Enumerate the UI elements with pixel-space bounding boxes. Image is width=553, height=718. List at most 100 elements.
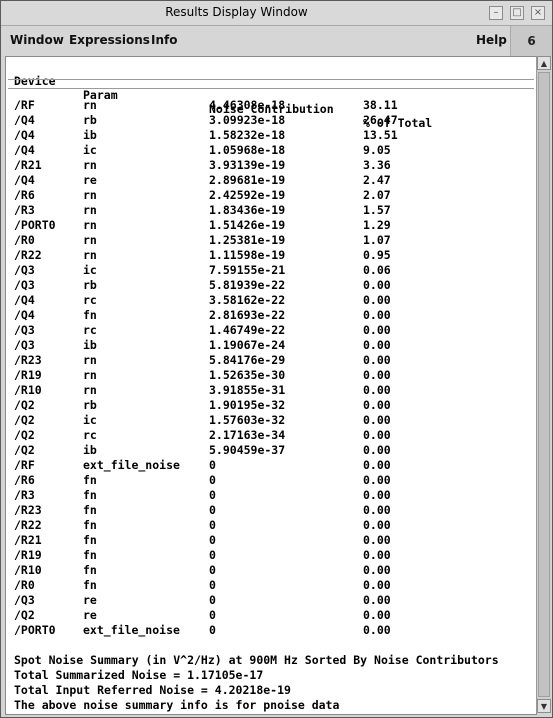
cell-noise: 1.25381e-19 bbox=[209, 233, 286, 247]
cell-param: rc bbox=[83, 293, 97, 307]
cell-device: /Q3 bbox=[14, 278, 35, 292]
table-row: /Q3 rb 5.81939e-22 0.00 bbox=[6, 278, 536, 293]
table-row: /RF ext_file_noise 0 0.00 bbox=[6, 458, 536, 473]
cell-percent: 0.00 bbox=[363, 578, 391, 592]
cell-percent: 1.07 bbox=[363, 233, 391, 247]
cell-device: /Q3 bbox=[14, 338, 35, 352]
cell-param: re bbox=[83, 608, 97, 622]
cell-noise: 1.90195e-32 bbox=[209, 398, 286, 412]
table-row: /Q3 ib 1.19067e-24 0.00 bbox=[6, 338, 536, 353]
cell-device: /Q4 bbox=[14, 308, 35, 322]
cell-device: /R19 bbox=[14, 548, 42, 562]
minimize-button[interactable]: – bbox=[489, 6, 503, 20]
cell-percent: 2.47 bbox=[363, 173, 391, 187]
cell-noise: 3.09923e-18 bbox=[209, 113, 286, 127]
table-header: Device Param Noise Contribution % Of Tot… bbox=[6, 60, 536, 130]
cell-param: ib bbox=[83, 443, 97, 457]
scroll-down-button[interactable]: ▼ bbox=[537, 699, 551, 713]
cell-device: /Q2 bbox=[14, 608, 35, 622]
cell-device: /R22 bbox=[14, 248, 42, 262]
cell-noise: 5.81939e-22 bbox=[209, 278, 286, 292]
cell-percent: 0.00 bbox=[363, 443, 391, 457]
menu-info[interactable]: Info bbox=[151, 33, 177, 47]
table-row: /R0 rn 1.25381e-19 1.07 bbox=[6, 233, 536, 248]
cell-percent: 0.00 bbox=[363, 398, 391, 412]
cell-percent: 0.00 bbox=[363, 548, 391, 562]
cell-param: ic bbox=[83, 263, 97, 277]
minimize-icon: – bbox=[493, 7, 499, 18]
cell-device: /RF bbox=[14, 458, 35, 472]
cell-param: rn bbox=[83, 188, 97, 202]
menu-help[interactable]: Help bbox=[476, 33, 507, 47]
close-button[interactable]: × bbox=[531, 6, 545, 20]
cell-noise: 3.91855e-31 bbox=[209, 383, 286, 397]
cell-device: /R6 bbox=[14, 473, 35, 487]
table-row: /Q2 ic 1.57603e-32 0.00 bbox=[6, 413, 536, 428]
cell-noise: 1.19067e-24 bbox=[209, 338, 286, 352]
cell-device: /R23 bbox=[14, 503, 42, 517]
cell-percent: 0.00 bbox=[363, 593, 391, 607]
vertical-scrollbar[interactable]: ▲ ▼ bbox=[536, 56, 551, 713]
cell-param: ib bbox=[83, 128, 97, 142]
cell-percent: 0.00 bbox=[363, 458, 391, 472]
cell-device: /Q2 bbox=[14, 443, 35, 457]
cell-percent: 0.00 bbox=[363, 428, 391, 442]
cell-percent: 1.57 bbox=[363, 203, 391, 217]
cell-percent: 0.00 bbox=[363, 278, 391, 292]
cell-percent: 0.00 bbox=[363, 473, 391, 487]
table-row: /Q3 ic 7.59155e-21 0.06 bbox=[6, 263, 536, 278]
header-divider bbox=[8, 79, 534, 80]
results-text-area[interactable]: Device Param Noise Contribution % Of Tot… bbox=[5, 56, 537, 715]
cell-param: rn bbox=[83, 368, 97, 382]
cell-device: /Q3 bbox=[14, 323, 35, 337]
cell-noise: 0 bbox=[209, 563, 216, 577]
table-row: /RF rn 4.46308e-18 38.11 bbox=[6, 98, 536, 113]
table-row: /Q2 rb 1.90195e-32 0.00 bbox=[6, 398, 536, 413]
cell-device: /Q4 bbox=[14, 173, 35, 187]
maximize-button[interactable]: □ bbox=[510, 6, 524, 20]
scrollbar-thumb[interactable] bbox=[538, 72, 550, 697]
cell-noise: 1.83436e-19 bbox=[209, 203, 286, 217]
cell-percent: 13.51 bbox=[363, 128, 398, 142]
title-bar[interactable]: Results Display Window – □ × bbox=[1, 1, 552, 26]
cell-percent: 0.00 bbox=[363, 413, 391, 427]
cell-device: /RF bbox=[14, 98, 35, 112]
cell-noise: 0 bbox=[209, 623, 216, 637]
cell-param: rn bbox=[83, 248, 97, 262]
cell-noise: 0 bbox=[209, 473, 216, 487]
menu-expressions[interactable]: Expressions bbox=[69, 33, 150, 47]
arrow-up-icon: ▲ bbox=[540, 58, 548, 68]
cell-percent: 0.00 bbox=[363, 353, 391, 367]
scroll-up-button[interactable]: ▲ bbox=[537, 56, 551, 70]
cell-param: rn bbox=[83, 158, 97, 172]
cell-noise: 1.58232e-18 bbox=[209, 128, 286, 142]
cell-param: fn bbox=[83, 563, 97, 577]
cell-param: rn bbox=[83, 353, 97, 367]
menu-window[interactable]: Window bbox=[10, 33, 64, 47]
cell-param: fn bbox=[83, 518, 97, 532]
table-row: /PORT0 rn 1.51426e-19 1.29 bbox=[6, 218, 536, 233]
table-row: /R3 rn 1.83436e-19 1.57 bbox=[6, 203, 536, 218]
cell-param: ic bbox=[83, 413, 97, 427]
cell-param: rn bbox=[83, 218, 97, 232]
cell-noise: 0 bbox=[209, 548, 216, 562]
table-row: /Q4 ib 1.58232e-18 13.51 bbox=[6, 128, 536, 143]
cell-percent: 0.00 bbox=[363, 533, 391, 547]
cell-device: /R0 bbox=[14, 233, 35, 247]
cell-device: /R10 bbox=[14, 383, 42, 397]
summary-line: The above noise summary info is for pnoi… bbox=[14, 698, 340, 712]
window-title: Results Display Window bbox=[165, 5, 308, 19]
arrow-down-icon: ▼ bbox=[540, 701, 548, 711]
cell-device: /Q4 bbox=[14, 128, 35, 142]
cell-device: /R6 bbox=[14, 188, 35, 202]
cell-device: /Q4 bbox=[14, 113, 35, 127]
cell-noise: 7.59155e-21 bbox=[209, 263, 286, 277]
cell-noise: 0 bbox=[209, 503, 216, 517]
cell-device: /R10 bbox=[14, 563, 42, 577]
cell-device: /R3 bbox=[14, 488, 35, 502]
cell-device: /PORT0 bbox=[14, 623, 56, 637]
table-row: /Q2 rc 2.17163e-34 0.00 bbox=[6, 428, 536, 443]
cell-noise: 4.46308e-18 bbox=[209, 98, 286, 112]
table-row: /R10 rn 3.91855e-31 0.00 bbox=[6, 383, 536, 398]
cell-noise: 3.93139e-19 bbox=[209, 158, 286, 172]
